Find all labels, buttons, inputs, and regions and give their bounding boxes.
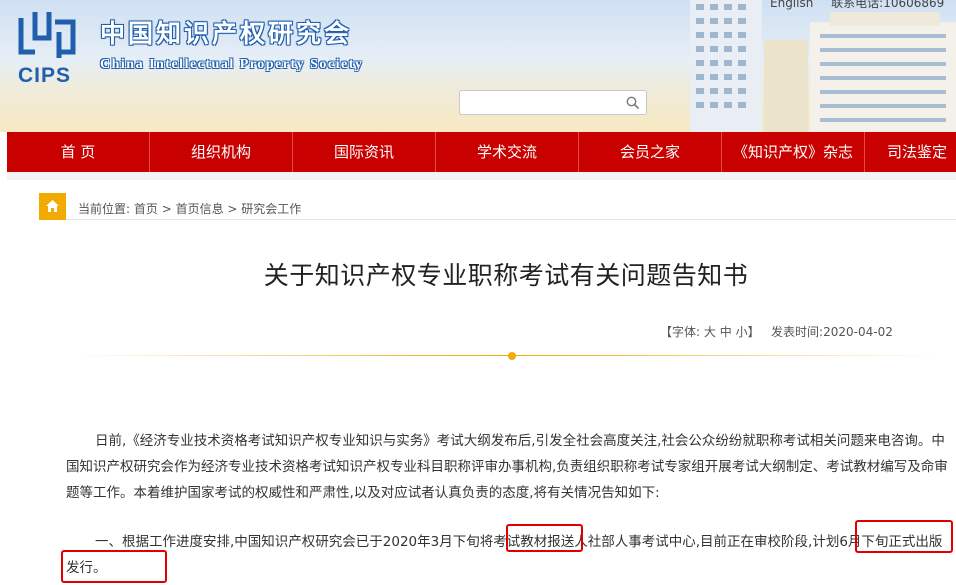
article-title: 关于知识产权专业职称考试有关问题告知书 bbox=[263, 261, 749, 290]
contact-phone: 联系电话:10606869 bbox=[831, 0, 945, 10]
content-area bbox=[7, 172, 956, 585]
breadcrumb-link-home-info[interactable]: 首页信息 bbox=[176, 202, 224, 216]
breadcrumb-separator: > bbox=[223, 202, 242, 216]
home-icon bbox=[46, 200, 59, 212]
title-divider bbox=[72, 355, 938, 356]
font-size-large-link[interactable]: 大 bbox=[704, 325, 716, 339]
nav-item-organization[interactable]: 组织机构 bbox=[150, 132, 293, 172]
nav-item-international[interactable]: 国际资讯 bbox=[293, 132, 436, 172]
search-input[interactable] bbox=[466, 94, 616, 112]
publish-date: 2020-04-02 bbox=[823, 325, 893, 339]
highlight-box-textbook bbox=[506, 524, 583, 552]
main-nav: 首 页 组织机构 国际资讯 学术交流 会员之家 《知识产权》杂志 司法鉴定 bbox=[7, 132, 956, 172]
highlight-box-plan-june bbox=[855, 520, 953, 553]
breadcrumb-text: 当前位置: 首页 > 首页信息 > 研究会工作 bbox=[78, 200, 301, 217]
site-header: CIPS 中国知识产权研究会 China Intellectual Proper… bbox=[0, 0, 956, 132]
publish-date-label: 发表时间: bbox=[771, 325, 824, 339]
top-links: English 联系电话:10606869 bbox=[770, 0, 956, 11]
nav-item-magazine[interactable]: 《知识产权》杂志 bbox=[722, 132, 865, 172]
breadcrumb-link-home[interactable]: 首页 bbox=[134, 202, 158, 216]
divider-dot-icon bbox=[508, 352, 516, 360]
home-button[interactable] bbox=[39, 193, 66, 220]
nav-item-judicial[interactable]: 司法鉴定 bbox=[865, 132, 955, 172]
buildings-illustration bbox=[690, 0, 956, 132]
font-size-label: 【字体: bbox=[660, 325, 701, 339]
nav-item-members[interactable]: 会员之家 bbox=[579, 132, 722, 172]
font-size-small-link[interactable]: 小 bbox=[736, 325, 748, 339]
logo-text: CIPS bbox=[18, 64, 72, 87]
site-title-cn: 中国知识产权研究会 bbox=[100, 19, 353, 48]
nav-item-academic[interactable]: 学术交流 bbox=[436, 132, 579, 172]
font-size-label-end: 】 bbox=[747, 325, 760, 339]
search-box[interactable] bbox=[459, 90, 647, 115]
breadcrumb: 当前位置: 首页 > 首页信息 > 研究会工作 bbox=[39, 193, 956, 220]
cips-logo-icon[interactable] bbox=[15, 8, 79, 62]
english-link[interactable]: English bbox=[770, 0, 813, 10]
site-title-en: China Intellectual Property Society bbox=[100, 57, 364, 72]
breadcrumb-prefix: 当前位置: bbox=[78, 202, 131, 216]
article-paragraph-1: 日前,《经济专业技术资格考试知识产权专业知识与实务》考试大纲发布后,引发全社会高… bbox=[66, 433, 948, 501]
breadcrumb-link-society-work[interactable]: 研究会工作 bbox=[241, 202, 301, 216]
breadcrumb-separator: > bbox=[157, 202, 176, 216]
article-meta: 【字体: 大 中 小】 发表时间:2020-04-02 bbox=[660, 323, 893, 340]
search-icon[interactable] bbox=[626, 96, 640, 110]
font-size-medium-link[interactable]: 中 bbox=[720, 325, 732, 339]
highlight-box-publish bbox=[61, 550, 167, 583]
nav-item-home[interactable]: 首 页 bbox=[7, 132, 150, 172]
